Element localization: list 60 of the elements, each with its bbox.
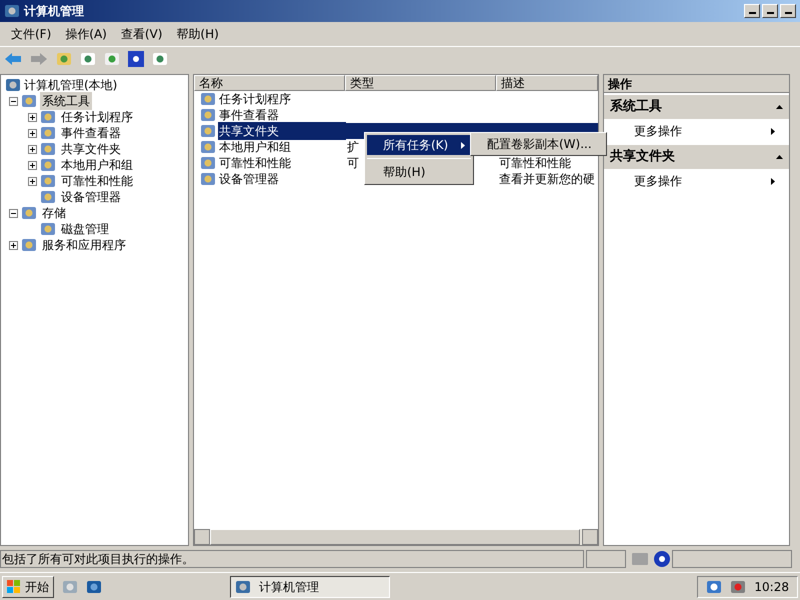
menu-item[interactable]: 帮助(H)	[367, 162, 471, 182]
menu-item[interactable]: 查看(V)	[114, 25, 170, 43]
menu-item[interactable]: 帮助(H)	[169, 25, 226, 43]
expand-toggle[interactable]	[28, 112, 37, 122]
list-item[interactable]: 事件查看器	[218, 106, 280, 124]
list-item[interactable]: 本地用户和组	[218, 138, 292, 156]
menu-item[interactable]: 操作(A)	[58, 25, 114, 43]
list-item[interactable]: 共享文件夹	[218, 122, 346, 140]
tree-item[interactable]: 本地用户和组	[59, 156, 135, 174]
collapse-toggle[interactable]	[9, 208, 18, 218]
collapse-toggle[interactable]	[9, 96, 18, 106]
help-icon[interactable]	[128, 50, 144, 66]
menu-item[interactable]: 文件(F)	[4, 25, 58, 43]
table-cell: 可靠性和性能	[499, 156, 571, 170]
windows-logo-icon	[7, 580, 21, 594]
tree-item[interactable]: 存储	[40, 204, 68, 222]
column-header[interactable]: 描述	[496, 75, 598, 91]
table-cell: 可	[347, 156, 359, 170]
clock: 10:28	[754, 578, 789, 596]
expand-toggle[interactable]	[28, 144, 37, 154]
column-header[interactable]: 名称	[194, 75, 345, 91]
expand-toggle[interactable]	[28, 160, 37, 170]
tree-item[interactable]: 系统工具	[40, 92, 92, 110]
status-pane	[586, 550, 626, 568]
help-icon[interactable]	[654, 551, 670, 567]
menu-item[interactable]: 配置卷影副本(W)...	[473, 135, 604, 153]
start-button[interactable]: 开始	[2, 576, 54, 598]
submenu-arrow-icon	[461, 142, 465, 148]
section-header[interactable]: 系统工具	[604, 95, 789, 119]
action-link[interactable]: 更多操作	[634, 172, 682, 190]
action-link[interactable]: 更多操作	[634, 122, 682, 140]
tree-item[interactable]: 计算机管理(本地)	[24, 76, 118, 94]
tree-item[interactable]: 可靠性和性能	[59, 172, 135, 190]
submenu-arrow-icon	[771, 178, 775, 184]
horizontal-scrollbar[interactable]	[194, 529, 598, 545]
collapse-icon	[776, 105, 783, 109]
tree-item[interactable]: 任务计划程序	[59, 108, 135, 126]
table-cell: 扩	[347, 140, 359, 154]
window-title: 计算机管理	[24, 3, 84, 20]
expand-toggle[interactable]	[28, 176, 37, 186]
tree-item[interactable]: 共享文件夹	[59, 140, 123, 158]
list-item[interactable]: 可靠性和性能	[218, 154, 292, 172]
minimize-button[interactable]	[744, 4, 760, 18]
tree-item[interactable]: 设备管理器	[59, 188, 123, 206]
expand-toggle[interactable]	[9, 240, 18, 250]
tree-item[interactable]: 事件查看器	[59, 124, 123, 142]
section-header[interactable]: 共享文件夹	[604, 145, 789, 169]
expand-toggle[interactable]	[28, 128, 37, 138]
actions-title: 操作	[604, 75, 789, 93]
table-cell: 查看并更新您的硬	[499, 172, 595, 186]
taskbar-button[interactable]: 计算机管理	[230, 576, 390, 598]
tree-item[interactable]: 服务和应用程序	[40, 236, 128, 254]
list-item[interactable]: 设备管理器	[218, 170, 280, 188]
menu-item[interactable]: 所有任务(K)	[367, 135, 471, 155]
submenu-arrow-icon	[771, 128, 775, 134]
collapse-icon	[776, 155, 783, 159]
tree-item[interactable]: 磁盘管理	[59, 220, 111, 238]
status-text: 包括了所有可对此项目执行的操作。	[0, 550, 584, 568]
list-item[interactable]: 任务计划程序	[218, 90, 292, 108]
column-header[interactable]: 类型	[345, 75, 496, 91]
